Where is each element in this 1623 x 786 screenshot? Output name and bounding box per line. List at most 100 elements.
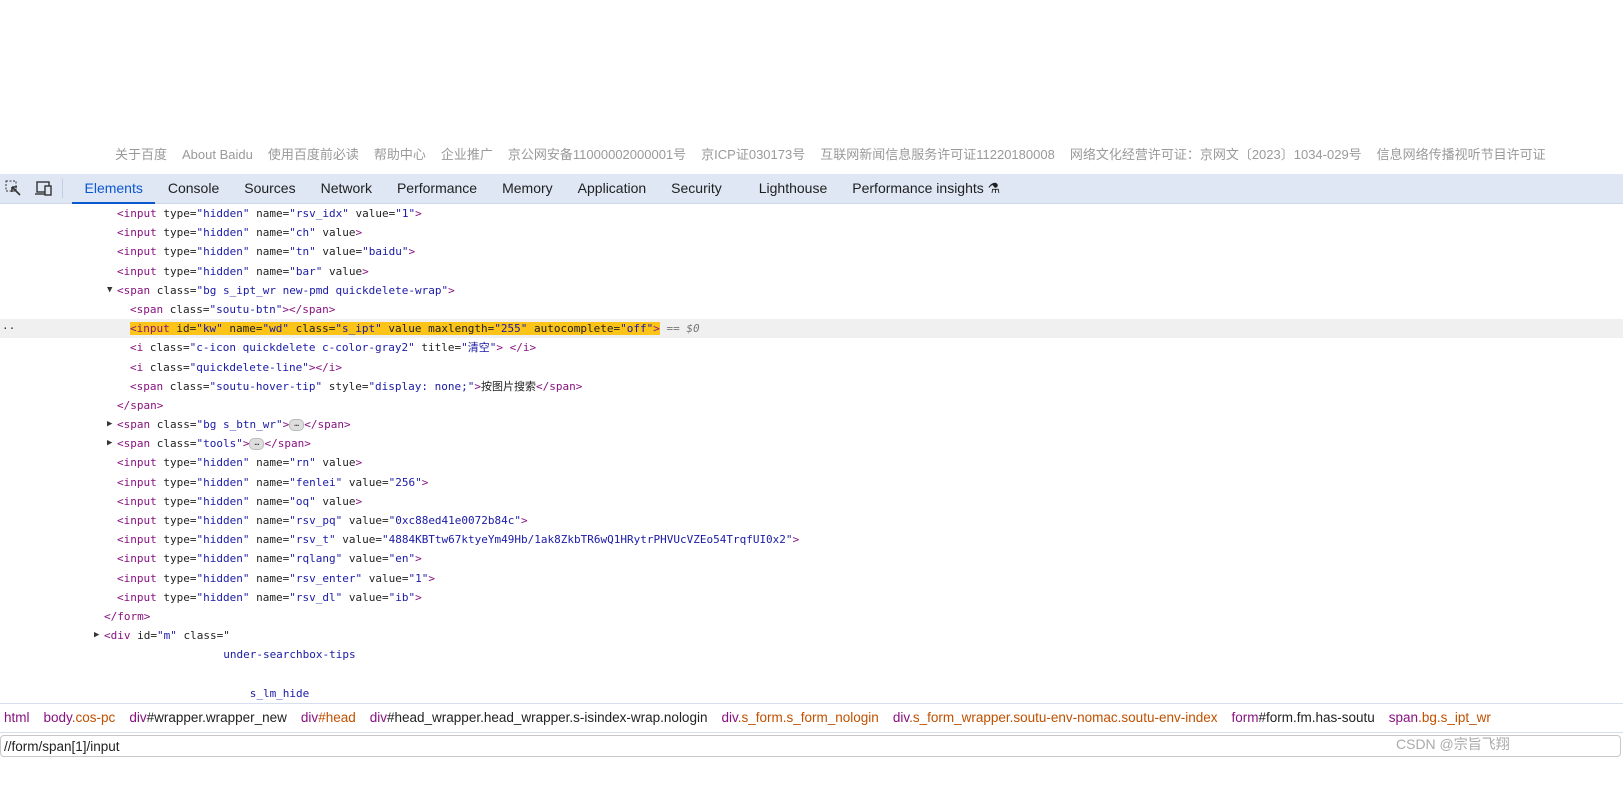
code-token: </i: [315, 360, 336, 374]
dom-node[interactable]: <input type="hidden" name="rqlang" value…: [0, 549, 1623, 568]
dom-node[interactable]: <input type="hidden" name="rsv_t" value=…: [0, 530, 1623, 549]
dom-node[interactable]: <i class="quickdelete-line"></i>: [0, 358, 1623, 377]
code-token: name=: [249, 552, 290, 566]
dom-node[interactable]: <input type="hidden" name="rsv_dl" value…: [0, 588, 1623, 607]
tab-security[interactable]: Security: [659, 174, 735, 203]
tab-network[interactable]: Network: [308, 174, 384, 203]
code-token: <input: [117, 514, 157, 527]
node-markup: <input type="hidden" name="fenlei" value…: [117, 473, 428, 492]
code-token: <i: [130, 360, 144, 374]
console-ref-label: == $0: [659, 322, 700, 336]
breadcrumb-item[interactable]: div.s_form.s_form_nologin: [721, 710, 878, 725]
tab-lighthouse[interactable]: Lighthouse: [746, 174, 840, 203]
breadcrumb-item[interactable]: div#wrapper.wrapper_new: [129, 710, 287, 725]
collapsed-triangle-icon[interactable]: ▶: [107, 434, 112, 453]
dom-node[interactable]: <span class="soutu-hover-tip" style="dis…: [0, 377, 1623, 396]
dom-node[interactable]: <input type="hidden" name="rsv_enter" va…: [0, 569, 1623, 588]
node-markup: <input type="hidden" name="bar" value>: [117, 262, 369, 281]
dom-node[interactable]: ▶ <span class="tools">… </span>: [0, 434, 1623, 453]
code-token: "rsv_enter": [289, 571, 363, 585]
breadcrumb-selector: .s_form.s_form_nologin: [737, 710, 879, 725]
tab-console[interactable]: Console: [155, 174, 231, 203]
footer-link[interactable]: 京ICP证030173号: [701, 147, 805, 162]
tab-performance-insights[interactable]: Performance insights ⚗: [840, 174, 1013, 203]
code-token: <span: [130, 302, 164, 316]
code-token: "hidden": [196, 456, 250, 470]
code-token: type=: [156, 514, 197, 527]
footer-link[interactable]: 京公网安备11000002000001号: [508, 147, 686, 162]
footer-link[interactable]: 网络文化经营许可证：京网文〔2023〕1034-029号: [1070, 147, 1362, 162]
footer-link[interactable]: About Baidu: [182, 147, 253, 162]
collapsed-triangle-icon[interactable]: ▶: [94, 626, 99, 645]
node-markup: <input type="hidden" name="rqlang" value…: [117, 549, 422, 568]
dom-node[interactable]: <input type="hidden" name="bar" value>: [0, 262, 1623, 281]
dom-search-input[interactable]: //form/span[1]/input: [0, 735, 1621, 757]
breadcrumb-item[interactable]: div#head: [301, 710, 356, 725]
dom-node[interactable]: <input type="hidden" name="fenlei" value…: [0, 473, 1623, 492]
dom-node[interactable]: ▼ <span class="bg s_ipt_wr new-pmd quickd…: [0, 281, 1623, 300]
code-token: >: [415, 552, 422, 566]
dom-node[interactable]: <input type="hidden" name="rsv_idx" valu…: [0, 204, 1623, 223]
dom-node[interactable]: <input type="hidden" name="tn" value="ba…: [0, 242, 1623, 261]
footer-link[interactable]: 使用百度前必读: [268, 147, 359, 162]
dom-node[interactable]: <input type="hidden" name="oq" value>: [0, 492, 1623, 511]
tab-elements[interactable]: Elements: [72, 174, 156, 204]
code-token: name=: [249, 475, 290, 489]
node-markup: <i class="quickdelete-line"></i>: [130, 358, 342, 377]
code-token: >: [282, 418, 290, 432]
dom-node[interactable]: ▶ <div id="m" class=": [0, 626, 1623, 645]
code-token: class=: [163, 302, 210, 316]
breadcrumb-item[interactable]: div#head_wrapper.head_wrapper.s-isindex-…: [370, 710, 708, 725]
tab-performance[interactable]: Performance: [384, 174, 489, 203]
more-options-icon[interactable]: ··: [2, 319, 15, 338]
ellipsis-expand-button[interactable]: …: [249, 438, 265, 451]
footer-link[interactable]: 信息网络传播视听节目许可证: [1377, 147, 1546, 162]
breadcrumb-item[interactable]: html: [4, 710, 30, 725]
ellipsis-expand-button[interactable]: …: [289, 419, 305, 432]
dom-node[interactable]: <input type="hidden" name="rn" value>: [0, 453, 1623, 472]
node-markup: <input type="hidden" name="rsv_idx" valu…: [117, 204, 422, 223]
breadcrumb-item[interactable]: body.cos-pc: [44, 710, 116, 725]
code-token: >: [328, 302, 336, 316]
tab-memory[interactable]: Memory: [490, 174, 566, 203]
code-token: value: [315, 226, 356, 240]
footer-link[interactable]: 互联网新闻信息服务许可证11220180008: [820, 147, 1055, 162]
code-token: "bar": [289, 264, 323, 278]
breadcrumb-item[interactable]: span.bg.s_ipt_wr: [1389, 710, 1491, 725]
dom-node[interactable]: </form>: [0, 607, 1623, 626]
breadcrumb-tag: div: [892, 710, 910, 725]
tab-application[interactable]: Application: [565, 174, 659, 203]
inspect-element-icon[interactable]: [5, 180, 23, 196]
footer-link[interactable]: 企业推广: [441, 147, 493, 162]
dom-node[interactable]: </span>: [0, 396, 1623, 415]
breadcrumb-selector: #wrapper.wrapper_new: [146, 710, 287, 725]
dom-node[interactable]: <span class="soutu-btn"></span>: [0, 300, 1623, 319]
dom-node[interactable]: <input type="hidden" name="ch" value>: [0, 223, 1623, 242]
code-token: <span: [130, 379, 164, 393]
code-token: "fenlei": [289, 475, 343, 489]
code-token: <input: [117, 475, 157, 489]
footer-link[interactable]: 关于百度: [115, 147, 167, 162]
code-token: >: [355, 226, 363, 240]
node-markup: s_lm_hide: [104, 684, 310, 703]
footer-link[interactable]: 帮助中心: [374, 147, 426, 162]
selected-node[interactable]: ·· <input id="kw" name="wd" class="s_ipt"…: [0, 319, 1623, 339]
dom-node[interactable]: [0, 665, 1623, 684]
dom-node[interactable]: <i class="c-icon quickdelete c-color-gra…: [0, 338, 1623, 357]
tab-sources[interactable]: Sources: [232, 174, 308, 203]
expanded-triangle-icon[interactable]: ▼: [107, 281, 112, 300]
code-token: class=: [150, 418, 197, 432]
dom-node[interactable]: s_lm_hide: [0, 684, 1623, 703]
device-toolbar-icon[interactable]: [35, 180, 53, 196]
code-token: "rn": [289, 456, 316, 470]
collapsed-triangle-icon[interactable]: ▶: [107, 415, 112, 434]
dom-node[interactable]: under-searchbox-tips: [0, 645, 1623, 664]
breadcrumb-item[interactable]: form#form.fm.has-soutu: [1231, 710, 1374, 725]
node-markup: <input type="hidden" name="ch" value>: [117, 223, 362, 242]
breadcrumb-item[interactable]: div.s_form_wrapper.soutu-env-nomac.soutu…: [893, 710, 1218, 725]
dom-node[interactable]: <input type="hidden" name="rsv_pq" value…: [0, 511, 1623, 530]
code-token: title=: [414, 341, 462, 355]
code-token: <span: [117, 437, 151, 451]
dom-node[interactable]: ▶ <span class="bg s_btn_wr">… </span>: [0, 415, 1623, 434]
